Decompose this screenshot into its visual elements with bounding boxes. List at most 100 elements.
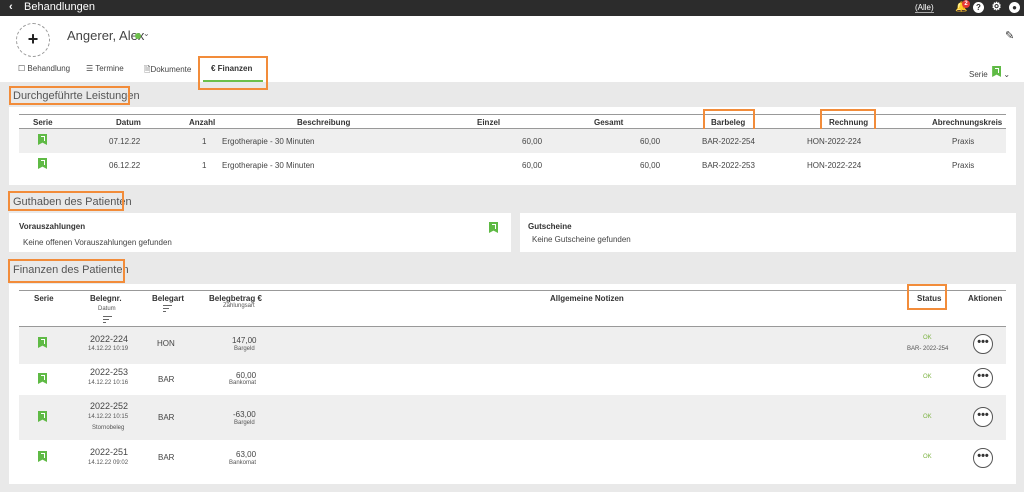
patient-name[interactable]: Angerer, Alex	[67, 28, 144, 43]
bell-icon[interactable]: 🔔 2	[955, 0, 970, 13]
chevron-down-icon[interactable]: ⌄	[143, 29, 150, 38]
col-belegbetrag[interactable]: Belegbetrag €	[209, 294, 262, 303]
vorauszahlungen-card: Vorauszahlungen Keine offenen Vorauszahl…	[9, 213, 511, 252]
chevron-down-icon: ⌄	[1003, 70, 1011, 79]
status-badge: OK	[923, 454, 932, 460]
col-serie[interactable]: Serie	[33, 118, 53, 127]
tab-behandlung[interactable]: ☐ Behandlung	[18, 64, 70, 73]
serie-bookmark-icon[interactable]	[38, 337, 47, 350]
status-badge: OK	[923, 414, 932, 420]
col-aktionen: Aktionen	[968, 294, 1003, 303]
row-einzel: 60,00	[522, 161, 543, 170]
serie-bookmark-icon[interactable]	[38, 373, 47, 386]
serie-bookmark-icon[interactable]	[38, 451, 47, 464]
col-abrechnungskreis[interactable]: Abrechnungskreis	[932, 118, 1002, 127]
edit-icon[interactable]: ✎	[1005, 29, 1014, 42]
user-icon[interactable]: ●	[1009, 2, 1020, 13]
col-anzahl[interactable]: Anzahl	[189, 118, 215, 127]
serie-bookmark-icon[interactable]	[38, 134, 47, 147]
row-datum: 14.12.22 10:15	[88, 414, 129, 420]
add-photo-avatar[interactable]: +	[16, 23, 50, 57]
list-icon: ☰	[86, 64, 94, 73]
row-zahlungsart: Bankomat	[229, 380, 257, 386]
row-barbeleg[interactable]: BAR-2022-253	[702, 161, 755, 170]
row-belegnr[interactable]: 2022-252	[90, 401, 128, 411]
serie-bookmark-icon[interactable]	[38, 411, 47, 424]
row-zahlungsart: Bargeld	[234, 346, 255, 352]
row-kreis: Praxis	[952, 161, 975, 170]
col-belegart[interactable]: Belegart	[152, 294, 184, 303]
row-barbeleg[interactable]: BAR-2022-254	[702, 137, 755, 146]
highlight-box	[8, 191, 124, 211]
highlight-box	[8, 259, 125, 283]
bookmark-icon[interactable]	[489, 222, 498, 235]
col-datum[interactable]: Datum	[98, 306, 116, 312]
patient-header: + Angerer, Alex ⌄ ✎ ☐ Behandlung ☰ Termi…	[0, 16, 1024, 90]
row-beschreibung: Ergotherapie - 30 Minuten	[222, 161, 315, 170]
vorauszahlungen-empty: Keine offenen Vorauszahlungen gefunden	[23, 238, 172, 247]
row-belegart: HON	[157, 339, 175, 348]
sort-icon[interactable]	[163, 305, 172, 314]
row-belegart: BAR	[158, 453, 175, 462]
serie-bookmark-icon[interactable]	[38, 158, 47, 171]
status-reference[interactable]: BAR- 2022-254	[907, 346, 948, 352]
gutscheine-title: Gutscheine	[528, 222, 572, 231]
tab-termine[interactable]: ☰ Termine	[86, 64, 124, 73]
sort-icon[interactable]	[103, 316, 112, 325]
status-badge: OK	[923, 374, 932, 380]
app-title: Behandlungen	[24, 1, 95, 13]
col-notizen[interactable]: Allgemeine Notizen	[550, 294, 624, 303]
gear-icon[interactable]: ⚙	[991, 2, 1002, 13]
actions-button[interactable]: •••	[973, 448, 993, 468]
row-datum: 14.12.22 10:19	[88, 346, 129, 352]
back-arrow-icon[interactable]: ‹	[9, 1, 13, 13]
col-beschreibung[interactable]: Beschreibung	[297, 118, 350, 127]
row-betrag: 63,00	[236, 450, 257, 459]
row-betrag: 60,00	[236, 371, 257, 380]
highlight-box	[198, 56, 268, 90]
row-einzel: 60,00	[522, 137, 543, 146]
help-icon[interactable]: ?	[973, 2, 984, 13]
actions-button[interactable]: •••	[973, 334, 993, 354]
serie-filter[interactable]: Serie ⌄	[969, 66, 1010, 79]
col-gesamt[interactable]: Gesamt	[594, 118, 623, 127]
row-zahlungsart: Bargeld	[234, 420, 255, 426]
row-note: Stornobeleg	[92, 425, 125, 431]
actions-button[interactable]: •••	[973, 407, 993, 427]
row-belegnr[interactable]: 2022-253	[90, 367, 128, 377]
row-rechnung[interactable]: HON-2022-224	[807, 161, 861, 170]
status-badge: OK	[923, 335, 932, 341]
col-zahlungsart[interactable]: Zahlungsart	[223, 303, 255, 309]
col-serie[interactable]: Serie	[34, 294, 54, 303]
row-belegnr[interactable]: 2022-251	[90, 447, 128, 457]
bookmark-outline-icon: ☐	[18, 64, 26, 73]
col-datum[interactable]: Datum	[116, 118, 141, 127]
row-zahlungsart: Bankomat	[229, 460, 257, 466]
row-belegart: BAR	[158, 413, 175, 422]
filter-select[interactable]: (Alle)	[915, 3, 934, 13]
row-anzahl: 1	[202, 137, 207, 146]
actions-button[interactable]: •••	[973, 368, 993, 388]
row-betrag: 147,00	[232, 336, 257, 345]
row-beschreibung: Ergotherapie - 30 Minuten	[222, 137, 315, 146]
tab-dokumente[interactable]: 🗎Dokumente	[144, 64, 191, 78]
gutscheine-card: Gutscheine Keine Gutscheine gefunden	[520, 213, 1016, 252]
row-gesamt: 60,00	[640, 137, 661, 146]
row-belegnr[interactable]: 2022-224	[90, 334, 128, 344]
bookmark-icon	[992, 66, 1002, 77]
row-rechnung[interactable]: HON-2022-224	[807, 137, 861, 146]
row-anzahl: 1	[202, 161, 207, 170]
highlight-box	[907, 284, 947, 310]
row-datum: 14.12.22 10:16	[88, 380, 129, 386]
row-datum: 07.12.22	[109, 137, 141, 146]
vorauszahlungen-title: Vorauszahlungen	[19, 222, 86, 231]
top-bar: ‹ Behandlungen (Alle) 🔔 2 ? ⚙ ●	[0, 0, 1024, 16]
status-dot	[135, 33, 141, 39]
row-datum: 14.12.22 09:02	[88, 460, 129, 466]
notification-badge: 2	[962, 0, 970, 8]
col-einzel[interactable]: Einzel	[477, 118, 500, 127]
col-belegnr[interactable]: Belegnr.	[90, 294, 122, 303]
row-belegart: BAR	[158, 375, 175, 384]
leistungen-panel: Serie Datum Anzahl Beschreibung Einzel G…	[9, 107, 1016, 185]
row-betrag: -63,00	[233, 410, 256, 419]
